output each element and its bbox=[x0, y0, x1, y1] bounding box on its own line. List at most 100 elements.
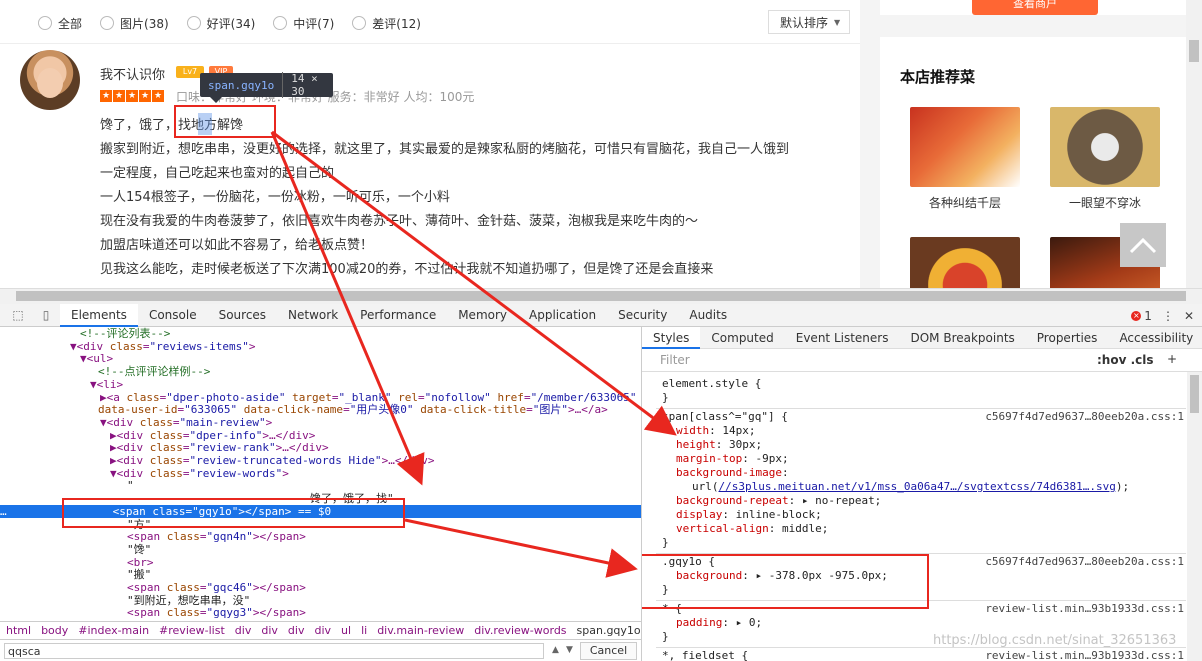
style-line[interactable]: } bbox=[662, 536, 669, 550]
devtools-tab[interactable]: Security bbox=[607, 304, 678, 327]
breadcrumb-item[interactable]: #index-main bbox=[78, 624, 149, 637]
styles-tab[interactable]: Styles bbox=[642, 327, 701, 349]
breadcrumb-item[interactable]: li bbox=[361, 624, 367, 637]
dom-node-line[interactable]: ▶<a class="dper-photo-aside" target="_bl… bbox=[100, 391, 637, 404]
styles-tab[interactable]: Properties bbox=[1026, 327, 1109, 349]
error-count[interactable]: 1 bbox=[1144, 309, 1152, 323]
breadcrumb-item[interactable]: div bbox=[288, 624, 305, 637]
filter-option[interactable]: 好评(34) bbox=[186, 15, 255, 32]
dom-node-line[interactable]: ▶<div class="review-rank">…</div> bbox=[110, 441, 329, 454]
style-source-link[interactable]: c5697f4d7ed9637…80eeb20a.css:1 bbox=[985, 555, 1184, 569]
more-menu-icon[interactable]: ⋮ bbox=[1162, 309, 1174, 323]
filter-option[interactable]: 图片(38) bbox=[100, 15, 169, 32]
dom-node-line[interactable]: <span class="gqyg3"></span> bbox=[127, 606, 306, 619]
breadcrumb-item[interactable]: div.main-review bbox=[377, 624, 464, 637]
back-to-top-button[interactable] bbox=[1120, 223, 1166, 267]
breadcrumb-item[interactable]: div.review-words bbox=[474, 624, 566, 637]
breadcrumb-item[interactable]: span.gqy1o bbox=[577, 624, 641, 637]
dom-node-line[interactable]: ▼<ul> bbox=[80, 352, 113, 365]
style-line[interactable]: margin-top: -9px; bbox=[676, 452, 789, 466]
radio-icon[interactable] bbox=[186, 16, 201, 30]
radio-icon[interactable] bbox=[38, 16, 52, 30]
radio-icon[interactable] bbox=[100, 16, 115, 30]
dom-node-line[interactable]: ▼<div class="review-words"> bbox=[110, 467, 289, 480]
dom-node-line[interactable]: ▼<div class="reviews-items"> bbox=[70, 340, 255, 353]
view-shop-button[interactable]: 查看商户 bbox=[972, 0, 1098, 15]
styles-tab[interactable]: Accessibility bbox=[1108, 327, 1202, 349]
devtools-tab[interactable]: Performance bbox=[349, 304, 447, 327]
breadcrumb-item[interactable]: body bbox=[41, 624, 68, 637]
devtools-tab[interactable]: Console bbox=[138, 304, 208, 327]
style-line[interactable]: } bbox=[662, 630, 669, 644]
filter-option[interactable]: 差评(12) bbox=[352, 15, 421, 32]
style-line[interactable]: width: 14px; bbox=[676, 424, 756, 438]
style-line[interactable]: *, fieldset { bbox=[662, 649, 748, 661]
dish-image[interactable] bbox=[910, 107, 1020, 187]
radio-icon[interactable] bbox=[352, 16, 367, 30]
dom-node-line[interactable]: <!--点评评论样例--> bbox=[98, 365, 210, 378]
style-source-link[interactable]: review-list.min…93b1933d.css:1 bbox=[985, 602, 1184, 616]
dom-node-line[interactable]: ▼<li> bbox=[90, 378, 123, 391]
styles-scrollbar[interactable] bbox=[1187, 372, 1202, 661]
dish-image[interactable] bbox=[910, 237, 1020, 288]
style-line[interactable]: padding: ▸ 0; bbox=[676, 616, 762, 630]
inspect-element-icon[interactable]: ⬚ bbox=[10, 307, 26, 323]
dom-node-line[interactable]: ▶<div class="review-truncated-words Hide… bbox=[110, 454, 435, 467]
style-line[interactable]: element.style { bbox=[662, 377, 761, 391]
radio-icon[interactable] bbox=[273, 16, 288, 30]
devtools-tab[interactable]: Application bbox=[518, 304, 607, 327]
styles-filter-input[interactable]: Filter bbox=[660, 353, 690, 367]
style-line[interactable]: span[class^="gq"] { bbox=[662, 410, 788, 424]
dom-node-line[interactable]: <br> bbox=[127, 556, 154, 569]
dom-node-line[interactable]: <span class="gqn4n"></span> bbox=[127, 530, 306, 543]
style-line[interactable]: vertical-align: middle; bbox=[676, 522, 828, 536]
dish-name[interactable]: 一眼望不穿冰 bbox=[1050, 194, 1160, 211]
dish-name[interactable]: 各种纠结千层 bbox=[910, 194, 1020, 211]
dom-node-line[interactable]: "搬" bbox=[127, 568, 151, 581]
dom-node-line[interactable]: data-user-id="633065" data-click-name="用… bbox=[98, 403, 608, 416]
styles-tab[interactable]: Event Listeners bbox=[785, 327, 900, 349]
dish-image[interactable] bbox=[1050, 107, 1160, 187]
dom-node-line[interactable]: <!--评论列表--> bbox=[80, 327, 170, 340]
style-line[interactable]: display: inline-block; bbox=[676, 508, 822, 522]
style-line[interactable]: background-repeat: ▸ no-repeat; bbox=[676, 494, 881, 508]
style-source-link[interactable]: c5697f4d7ed9637…80eeb20a.css:1 bbox=[985, 410, 1184, 424]
styles-tab[interactable]: Computed bbox=[700, 327, 784, 349]
breadcrumb-item[interactable]: #review-list bbox=[159, 624, 225, 637]
breadcrumb-item[interactable]: div bbox=[261, 624, 278, 637]
username[interactable]: 我不认识你 bbox=[100, 64, 165, 83]
new-rule-icon[interactable]: + bbox=[1167, 352, 1177, 366]
breadcrumb-item[interactable]: div bbox=[314, 624, 331, 637]
dom-node-line[interactable]: "到附近，想吃串串，没" bbox=[127, 594, 250, 607]
search-up-icon[interactable]: ▲ bbox=[552, 645, 559, 655]
devtools-tab[interactable]: Audits bbox=[678, 304, 738, 327]
breadcrumb-item[interactable]: ul bbox=[341, 624, 351, 637]
filter-option[interactable]: 全部 bbox=[38, 15, 82, 32]
close-icon[interactable]: ✕ bbox=[1184, 309, 1194, 323]
device-toggle-icon[interactable]: ▯ bbox=[38, 307, 54, 323]
style-line[interactable]: } bbox=[662, 391, 669, 405]
page-scrollbar-thumb[interactable] bbox=[1189, 40, 1199, 62]
styles-tab[interactable]: DOM Breakpoints bbox=[899, 327, 1025, 349]
style-source-link[interactable]: review-list.min…93b1933d.css:1 bbox=[985, 649, 1184, 661]
style-line[interactable]: background-image: bbox=[676, 466, 789, 480]
hov-cls-toggle[interactable]: :hov .cls bbox=[1097, 353, 1154, 367]
dom-node-line[interactable]: ▼<div class="main-review"> bbox=[100, 416, 272, 429]
filter-option[interactable]: 中评(7) bbox=[273, 15, 334, 32]
devtools-tab[interactable]: Sources bbox=[208, 304, 277, 327]
devtools-tab[interactable]: Memory bbox=[447, 304, 518, 327]
breadcrumb-item[interactable]: html bbox=[6, 624, 31, 637]
horizontal-scrollbar-thumb[interactable] bbox=[16, 291, 1186, 301]
dom-node-line[interactable]: "馋" bbox=[127, 543, 151, 556]
dom-node-line[interactable]: ▶<div class="dper-info">…</div> bbox=[110, 429, 315, 442]
avatar[interactable] bbox=[20, 50, 80, 110]
devtools-tab[interactable]: Elements bbox=[60, 303, 138, 327]
cancel-button[interactable]: Cancel bbox=[580, 642, 637, 660]
search-down-icon[interactable]: ▼ bbox=[566, 645, 573, 655]
dom-node-line[interactable]: " bbox=[127, 479, 134, 492]
style-line[interactable]: url(//s3plus.meituan.net/v1/mss_0a06a47…… bbox=[692, 480, 1129, 494]
dom-node-line[interactable]: <span class="gqc46"></span> bbox=[127, 581, 306, 594]
error-icon[interactable]: × bbox=[1131, 310, 1142, 321]
search-input[interactable] bbox=[4, 643, 544, 659]
style-line[interactable]: height: 30px; bbox=[676, 438, 762, 452]
